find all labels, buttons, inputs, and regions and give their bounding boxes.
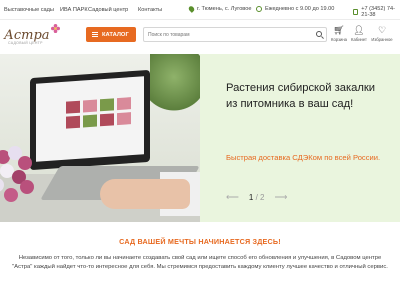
- logo[interactable]: Астра САДОВЫЙ ЦЕНТР: [4, 24, 66, 50]
- nav-contacts[interactable]: Контакты: [138, 7, 178, 13]
- section-text: Независимо от того, только ли вы начинае…: [12, 255, 388, 270]
- section-title: САД ВАШЕЙ МЕЧТЫ НАЧИНАЕТСЯ ЗДЕСЬ!: [119, 237, 281, 246]
- heart-icon: ♡: [377, 25, 387, 35]
- slide-total: / 2: [255, 193, 265, 202]
- cart-icon: 🛒︎: [333, 25, 345, 35]
- phone-number: +7 (3452) 74-21-38: [361, 6, 395, 18]
- arrow-right-icon[interactable]: ⟶: [275, 192, 288, 203]
- city-label: г. Тюмень, с. Луговое: [197, 6, 252, 12]
- account-link[interactable]: 👤︎ Кабинет: [348, 25, 370, 42]
- delivery-text: Быстрая доставка СДЭКом по всей России.: [226, 153, 381, 162]
- search-icon[interactable]: [316, 31, 322, 37]
- search-box: [143, 27, 327, 42]
- search-input[interactable]: [148, 31, 308, 38]
- top-bar: Выставочные сады ИВА ПАРК Садовый центр …: [0, 0, 400, 20]
- nav-exhibition-gardens[interactable]: Выставочные сады: [4, 7, 60, 13]
- hero-photo: [0, 54, 200, 222]
- phone-icon: [353, 9, 359, 15]
- account-label: Кабинет: [351, 37, 367, 42]
- nav-garden-center[interactable]: Садовый центр: [88, 7, 138, 13]
- phone-link[interactable]: +7 (3452) 74-21-38: [353, 6, 400, 18]
- clock-icon: [256, 6, 262, 12]
- slider-controls: ⟵ 1 / 2 ⟶: [226, 192, 287, 203]
- slide-current: 1: [248, 193, 254, 202]
- menu-icon: [92, 32, 98, 37]
- arrow-left-icon[interactable]: ⟵: [226, 192, 239, 203]
- working-hours: Ежедневно с 9.00 до 19.00: [256, 6, 334, 12]
- catalog-button[interactable]: КАТАЛОГ: [86, 27, 136, 42]
- header: Астра САДОВЫЙ ЦЕНТР КАТАЛОГ 🛒︎ Корзина 👤…: [0, 20, 400, 54]
- city-selector[interactable]: г. Тюмень, с. Луговое: [187, 5, 252, 13]
- catalog-label: КАТАЛОГ: [102, 31, 129, 38]
- hero-promo: Растения сибирской закалки из питомника …: [200, 54, 400, 222]
- hero-title: Растения сибирской закалки из питомника …: [226, 82, 376, 110]
- logo-subtitle: САДОВЫЙ ЦЕНТР: [8, 41, 43, 45]
- cart-link[interactable]: 🛒︎ Корзина: [328, 25, 350, 42]
- location-pin-icon: [187, 5, 196, 13]
- favorites-link[interactable]: ♡ Избранное: [371, 25, 393, 42]
- nav-iva-park[interactable]: ИВА ПАРК: [60, 7, 88, 13]
- hero-banner: Растения сибирской закалки из питомника …: [0, 54, 400, 222]
- slide-pager: 1 / 2: [249, 193, 265, 202]
- hours-label: Ежедневно с 9.00 до 19.00: [265, 6, 335, 12]
- cart-label: Корзина: [331, 37, 347, 42]
- user-icon: 👤︎: [353, 25, 365, 35]
- top-nav: Выставочные сады ИВА ПАРК Садовый центр …: [4, 7, 178, 13]
- flower-icon: [51, 24, 60, 33]
- favorites-label: Избранное: [371, 37, 393, 42]
